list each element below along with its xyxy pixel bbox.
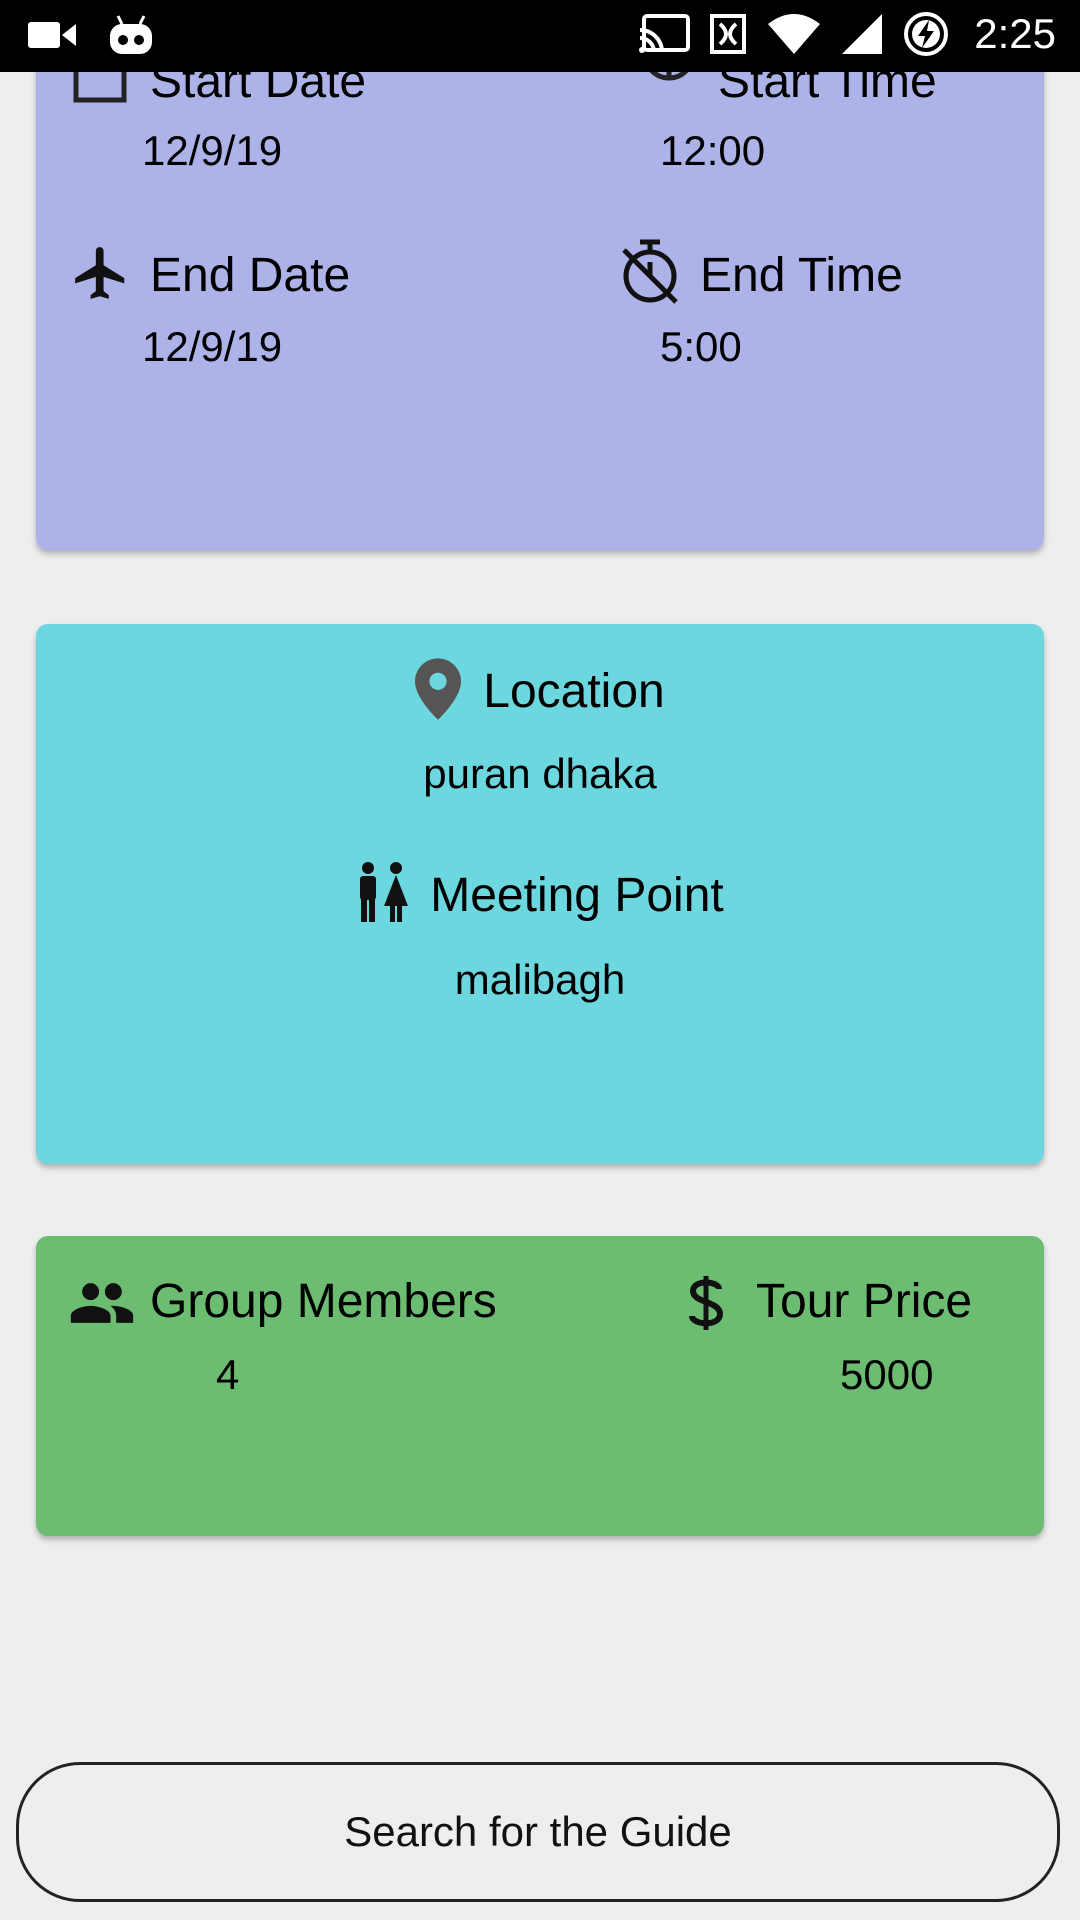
end-date-label: End Date <box>150 249 351 302</box>
location-value: puran dhaka <box>423 750 657 797</box>
tour-price-value: 5000 <box>840 1351 934 1398</box>
search-guide-button[interactable]: Search for the Guide <box>16 1762 1060 1902</box>
group-card: Group Members 4 Tour Price 5000 <box>36 1236 1044 1536</box>
timer-off-icon <box>618 238 682 304</box>
signal-icon <box>840 12 884 56</box>
location-card: Location puran dhaka Meeting Point malib… <box>36 624 1044 1164</box>
meeting-point-value: malibagh <box>454 956 626 1003</box>
meeting-point-heading: Meeting Point <box>36 862 1044 929</box>
videocam-icon <box>28 18 78 52</box>
group-members-value: 4 <box>216 1351 240 1398</box>
tour-price-label: Tour Price <box>756 1275 973 1328</box>
android-robot-icon <box>108 14 154 56</box>
dollar-icon <box>686 1274 726 1332</box>
end-date-value: 12/9/19 <box>142 323 283 370</box>
location-heading: Location <box>36 658 1044 725</box>
start-date-value: 12/9/19 <box>142 127 283 174</box>
location-label: Location <box>483 664 665 718</box>
group-icon <box>68 1280 136 1326</box>
cast-icon <box>638 14 691 54</box>
start-time-value: 12:00 <box>660 127 766 174</box>
people-icon <box>356 862 409 929</box>
end-time-label: End Time <box>700 249 903 302</box>
meeting-point-label: Meeting Point <box>430 868 724 922</box>
status-bar: 2:25 <box>0 0 1080 72</box>
end-time-value: 5:00 <box>660 323 742 370</box>
battery-charging-icon <box>902 10 950 58</box>
clock-time: 2:25 <box>974 10 1056 57</box>
group-members-label: Group Members <box>150 1275 497 1328</box>
dates-card: Start Date 12/9/19 Start Time 12:00 End … <box>36 0 1044 550</box>
location-pin-icon <box>415 658 462 725</box>
wifi-icon <box>766 12 822 56</box>
airplane-icon <box>70 242 132 304</box>
nfc-icon <box>708 12 748 56</box>
